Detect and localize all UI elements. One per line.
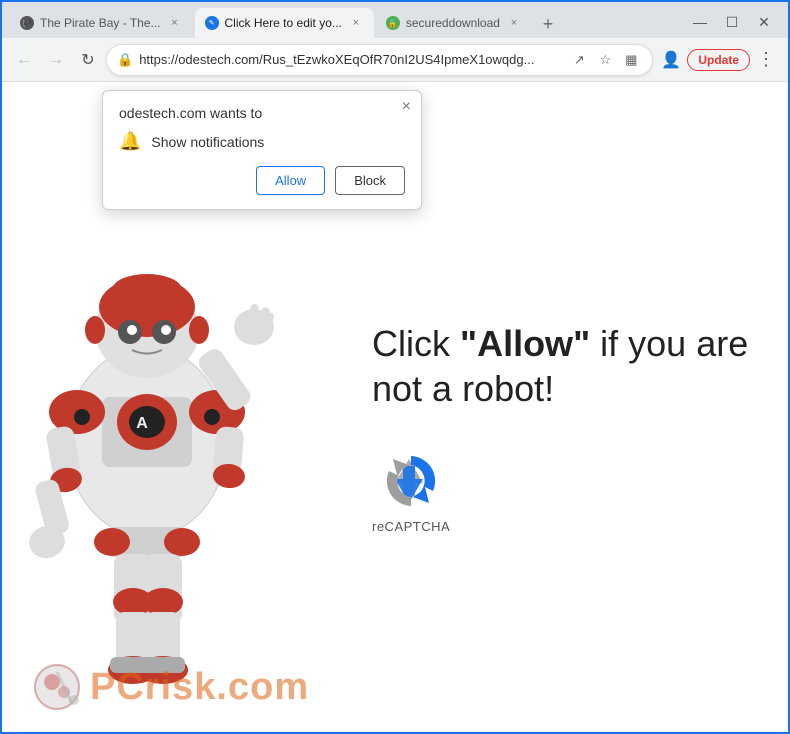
- back-icon: ←: [16, 51, 32, 69]
- watermark-text: PCrisk.com: [90, 666, 309, 709]
- robot-figure: A: [2, 212, 302, 702]
- notification-popup: × odestech.com wants to 🔔 Show notificat…: [102, 90, 422, 210]
- address-text: https://odestech.com/Rus_tEzwkoXEqOfR70n…: [139, 52, 562, 67]
- tab-secure-favicon: 🔒: [386, 16, 400, 30]
- refresh-button[interactable]: ↻: [74, 46, 102, 74]
- forward-button[interactable]: →: [42, 46, 70, 74]
- popup-title: odestech.com wants to: [119, 105, 405, 121]
- recaptcha-area: reCAPTCHA: [372, 451, 450, 534]
- maximize-button[interactable]: ☐: [716, 10, 748, 34]
- address-bar[interactable]: 🔒 https://odestech.com/Rus_tEzwkoXEqOfR7…: [106, 44, 653, 76]
- tab-bar: 🏴 The Pirate Bay - The... × ✎ Click Here…: [2, 2, 788, 38]
- main-text: Click "Allow" if you are not a robot!: [372, 321, 758, 411]
- refresh-icon: ↻: [81, 50, 94, 70]
- main-text-prefix: Click: [372, 323, 460, 364]
- pcrisk-icon: [32, 662, 82, 712]
- tab-secure[interactable]: 🔒 secureddownload ×: [376, 8, 532, 38]
- profile-icon: 👤: [661, 50, 681, 70]
- allow-button[interactable]: Allow: [256, 166, 325, 195]
- bookmark-icon-button[interactable]: ☆: [594, 49, 616, 71]
- share-icon-button[interactable]: ↗: [568, 49, 590, 71]
- window-controls: — ☐ ✕: [684, 10, 780, 38]
- svg-text:A: A: [136, 415, 148, 432]
- tab-secure-close[interactable]: ×: [506, 15, 522, 31]
- menu-icon: ⋮: [757, 49, 775, 70]
- tab-edit[interactable]: ✎ Click Here to edit yo... ×: [195, 8, 374, 38]
- tab-secure-title: secureddownload: [406, 16, 500, 30]
- recaptcha-label: reCAPTCHA: [372, 519, 450, 534]
- tab-add-button[interactable]: +: [534, 10, 562, 38]
- toolbar-right: 👤 Update ⋮: [657, 46, 780, 74]
- tab-pirate-title: The Pirate Bay - The...: [40, 16, 161, 30]
- tab-edit-close[interactable]: ×: [348, 15, 364, 31]
- block-button[interactable]: Block: [335, 166, 405, 195]
- sidebar-icon-button[interactable]: ▦: [620, 49, 642, 71]
- main-text-bold: "Allow": [460, 323, 590, 364]
- show-notifications-text: Show notifications: [151, 134, 264, 150]
- window-close-button[interactable]: ✕: [748, 10, 780, 34]
- popup-buttons: Allow Block: [119, 166, 405, 195]
- bell-icon: 🔔: [119, 131, 141, 152]
- tab-pirate[interactable]: 🏴 The Pirate Bay - The... ×: [10, 8, 193, 38]
- notification-row: 🔔 Show notifications: [119, 131, 405, 152]
- lock-icon: 🔒: [117, 52, 133, 68]
- robot-svg: A: [2, 212, 302, 702]
- minimize-button[interactable]: —: [684, 10, 716, 34]
- watermark: PCrisk.com: [32, 662, 309, 712]
- tab-pirate-favicon: 🏴: [20, 16, 34, 30]
- update-button[interactable]: Update: [687, 49, 750, 71]
- forward-icon: →: [48, 51, 64, 69]
- recaptcha-logo-svg: [381, 451, 441, 511]
- address-icons: ↗ ☆ ▦: [568, 49, 642, 71]
- toolbar: ← → ↻ 🔒 https://odestech.com/Rus_tEzwkoX…: [2, 38, 788, 82]
- content-area: × odestech.com wants to 🔔 Show notificat…: [2, 82, 788, 732]
- back-button[interactable]: ←: [10, 46, 38, 74]
- profile-button[interactable]: 👤: [657, 46, 685, 74]
- watermark-orange: risk.com: [145, 666, 309, 708]
- browser-frame: 🏴 The Pirate Bay - The... × ✎ Click Here…: [0, 0, 790, 734]
- tab-edit-favicon: ✎: [205, 16, 219, 30]
- tab-edit-title: Click Here to edit yo...: [225, 16, 342, 30]
- menu-button[interactable]: ⋮: [752, 46, 780, 74]
- watermark-gray: PC: [90, 666, 145, 708]
- tab-pirate-close[interactable]: ×: [167, 15, 183, 31]
- popup-close-button[interactable]: ×: [402, 99, 411, 115]
